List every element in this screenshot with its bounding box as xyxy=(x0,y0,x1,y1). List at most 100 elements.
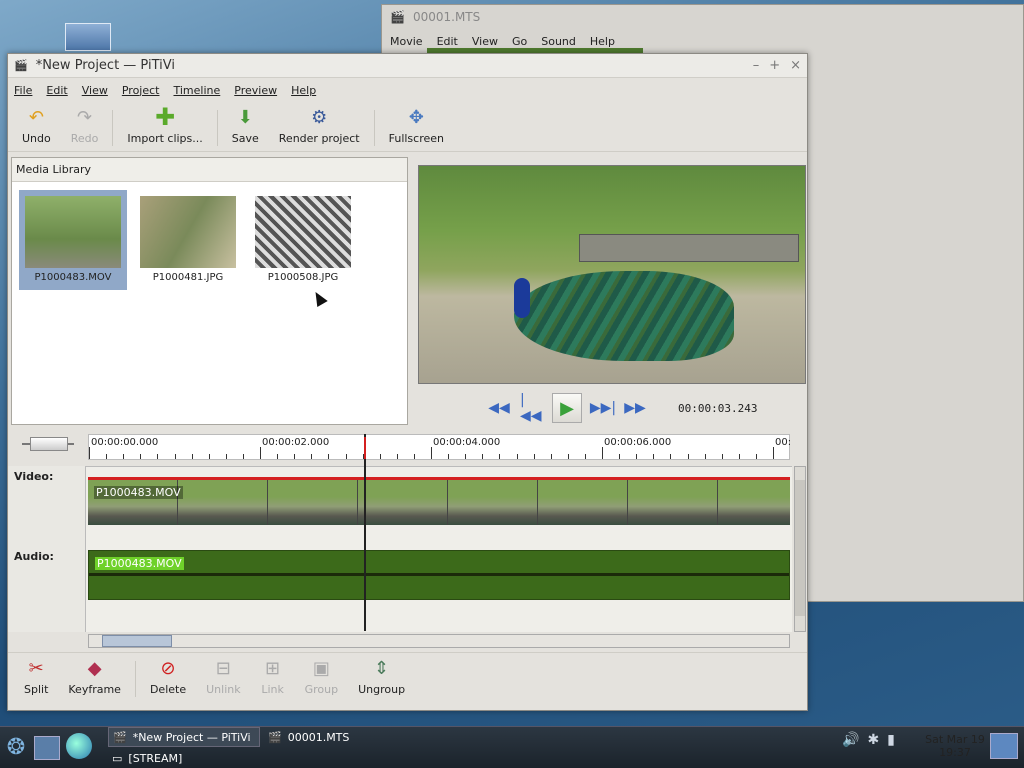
plus-icon: ✚ xyxy=(155,103,176,131)
menu-timeline[interactable]: Timeline xyxy=(173,84,220,97)
ruler-tick xyxy=(396,454,398,459)
ruler-tick xyxy=(704,454,706,459)
redo-button[interactable]: ↷ Redo xyxy=(61,102,109,152)
group-button[interactable]: ▣ Group xyxy=(295,653,349,703)
rewind-icon[interactable]: ◀◀ xyxy=(488,399,510,417)
pitivi-window: 🎬 *New Project — PiTiVi – + × File Edit … xyxy=(7,53,808,711)
start-menu-icon[interactable]: ❂ xyxy=(2,730,30,764)
render-project-button[interactable]: ⚙ Render project xyxy=(269,102,370,152)
fullscreen-button[interactable]: ✥ Fullscreen xyxy=(379,102,454,152)
audio-clip[interactable]: P1000483.MOV xyxy=(88,550,790,600)
ruler-tick xyxy=(721,454,723,459)
save-icon: ⬇ xyxy=(237,106,253,128)
home-folder-icon[interactable] xyxy=(34,736,60,760)
undo-arrow-icon: ↶ xyxy=(28,106,44,128)
media-item[interactable]: P1000483.MOV xyxy=(19,190,127,290)
close-icon[interactable]: × xyxy=(790,58,801,73)
save-button[interactable]: ⬇ Save xyxy=(222,102,269,152)
ruler-label: 00: xyxy=(775,437,792,448)
group-icon: ▣ xyxy=(312,657,330,679)
play-button[interactable]: ▶ xyxy=(552,393,582,423)
track-labels: Video: Audio: xyxy=(8,466,86,632)
volume-icon[interactable]: 🔊 xyxy=(842,732,859,748)
task-pitivi[interactable]: 🎬 *New Project — PiTiVi xyxy=(108,727,260,747)
ruler-tick xyxy=(653,454,655,459)
next-frame-icon[interactable]: ▶▶| xyxy=(590,399,616,417)
timeline-toolbar: ✂ Split ◆ Keyframe ⊘ Delete ⊟ Unlink ⊞ Link ▣… xyxy=(8,652,807,710)
unlink-button[interactable]: ⊟ Unlink xyxy=(196,653,250,703)
keyframe-button[interactable]: ◆ Keyframe xyxy=(58,653,131,703)
link-button[interactable]: ⊞ Link xyxy=(251,653,295,703)
split-button[interactable]: ✂ Split xyxy=(14,653,58,703)
video-track-label: Video: xyxy=(14,470,54,483)
minimize-icon[interactable]: – xyxy=(753,58,760,73)
bg-menu-sound[interactable]: Sound xyxy=(541,35,576,48)
ruler-tick xyxy=(687,454,689,459)
ruler-tick xyxy=(670,454,672,459)
previous-frame-icon[interactable]: |◀◀ xyxy=(520,392,542,424)
preview-viewer[interactable] xyxy=(418,165,806,384)
menu-help[interactable]: Help xyxy=(291,84,316,97)
ungroup-button[interactable]: ⇕ Ungroup xyxy=(348,653,415,703)
undo-button[interactable]: ↶ Undo xyxy=(12,102,61,152)
main-toolbar: ↶ Undo ↷ Redo ✚ Import clips... ⬇ Save ⚙ Rend… xyxy=(8,102,807,152)
import-clips-button[interactable]: ✚ Import clips... xyxy=(117,102,212,152)
task-mts[interactable]: 🎬 00001.MTS xyxy=(264,727,412,747)
fast-forward-icon[interactable]: ▶▶ xyxy=(624,399,646,417)
bg-menu-edit[interactable]: Edit xyxy=(437,35,458,48)
ungroup-icon: ⇕ xyxy=(374,657,390,679)
media-library-header: Media Library xyxy=(12,158,407,182)
menu-edit[interactable]: Edit xyxy=(46,84,67,97)
ruler-tick xyxy=(191,454,193,459)
audio-clip-name: P1000483.MOV xyxy=(95,557,184,570)
desktop-icon[interactable] xyxy=(65,23,111,51)
ruler-tick xyxy=(499,454,501,459)
ruler-tick xyxy=(602,447,603,459)
zoom-slider[interactable] xyxy=(30,437,68,451)
ruler-tick xyxy=(413,454,415,459)
ruler-tick xyxy=(277,454,279,459)
ruler-tick xyxy=(755,454,757,459)
ruler-tick xyxy=(123,454,125,459)
redo-arrow-icon: ↷ xyxy=(77,106,93,128)
menu-preview[interactable]: Preview xyxy=(234,84,277,97)
menu-file[interactable]: File xyxy=(14,84,32,97)
film-icon: 🎬 xyxy=(390,10,405,24)
task-stream[interactable]: ▭ [STREAM] xyxy=(108,748,260,768)
menu-view[interactable]: View xyxy=(82,84,108,97)
show-desktop-icon[interactable] xyxy=(990,733,1018,759)
ruler-tick xyxy=(89,447,90,459)
video-clip[interactable]: P1000483.MOV xyxy=(88,477,790,525)
horizontal-scroll-thumb[interactable] xyxy=(102,635,172,647)
timeline-ruler[interactable]: 00:00:00.000 00:00:02.000 00:00:04.000 0… xyxy=(88,434,792,460)
ruler-tick xyxy=(533,454,535,459)
maximize-icon[interactable]: + xyxy=(769,58,780,73)
titlebar[interactable]: 🎬 *New Project — PiTiVi – + × xyxy=(8,54,807,78)
clock[interactable]: Sat Mar 19 19:37 xyxy=(924,733,986,759)
timeline-horizontal-scrollbar[interactable] xyxy=(88,634,790,648)
audio-track-label: Audio: xyxy=(14,550,54,563)
window-title: *New Project — PiTiVi xyxy=(35,58,175,73)
menu-project[interactable]: Project xyxy=(122,84,160,97)
delete-button[interactable]: ⊘ Delete xyxy=(140,653,196,703)
app-icon: 🎬 xyxy=(14,59,28,72)
browser-globe-icon[interactable] xyxy=(66,733,92,759)
bg-menu-movie[interactable]: Movie xyxy=(390,35,423,48)
playhead[interactable] xyxy=(364,434,366,631)
film-icon: 🎬 xyxy=(113,730,127,744)
transport-controls: ◀◀ |◀◀ ▶ ▶▶| ▶▶ 00:00:03.243 xyxy=(418,390,806,426)
media-item[interactable]: P1000508.JPG xyxy=(249,190,357,290)
bg-menu-go[interactable]: Go xyxy=(512,35,527,48)
bg-menu-view[interactable]: View xyxy=(472,35,498,48)
split-scissors-icon: ✂ xyxy=(28,657,44,679)
playhead-marker[interactable] xyxy=(364,437,366,459)
unlink-icon: ⊟ xyxy=(215,657,231,679)
bg-titlebar[interactable]: 🎬 00001.MTS xyxy=(382,5,1023,29)
delete-icon: ⊘ xyxy=(160,657,176,679)
vertical-scroll-thumb[interactable] xyxy=(795,480,805,616)
bluetooth-icon[interactable]: ✱ xyxy=(867,732,879,748)
ruler-tick xyxy=(567,454,569,459)
bg-menu-help[interactable]: Help xyxy=(590,35,615,48)
media-item[interactable]: P1000481.JPG xyxy=(134,190,242,290)
network-signal-icon[interactable]: ▮ xyxy=(887,732,895,748)
